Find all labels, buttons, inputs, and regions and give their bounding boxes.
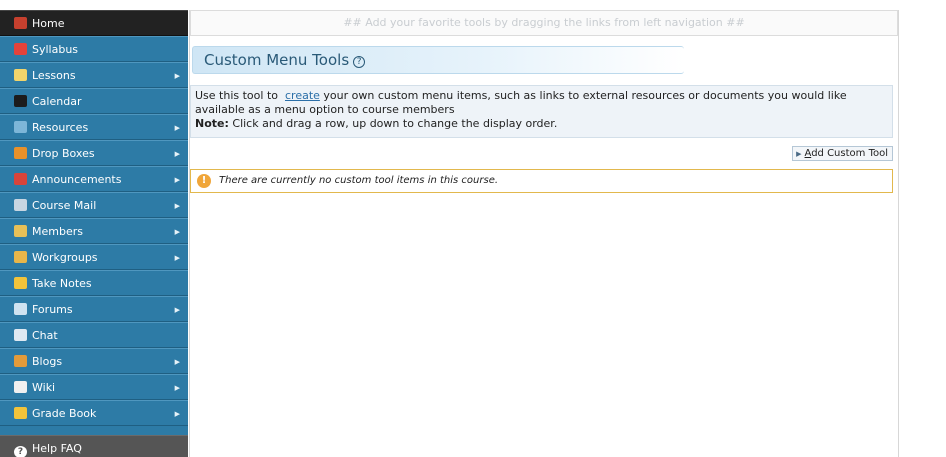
sidebar-item-members[interactable]: Members ▶ — [0, 218, 188, 244]
info-prefix: Use this tool to — [195, 89, 278, 102]
favorites-drop-bar[interactable]: ## Add your favorite tools by dragging t… — [190, 10, 898, 36]
help-icon: ? — [14, 446, 27, 457]
gradebook-icon — [14, 407, 27, 419]
sidebar-item-workgroups[interactable]: Workgroups ▶ — [0, 244, 188, 270]
forums-icon — [14, 303, 27, 315]
notes-icon — [14, 277, 27, 289]
books-icon — [14, 43, 27, 55]
sidebar-item-label: Drop Boxes — [32, 147, 95, 160]
create-link[interactable]: create — [285, 89, 320, 102]
sidebar-item-label: Members — [32, 225, 83, 238]
sidebar-item-course-mail[interactable]: Course Mail ▶ — [0, 192, 188, 218]
sidebar-item-label: Take Notes — [32, 277, 92, 290]
sidebar-item-lessons[interactable]: Lessons ▶ — [0, 62, 188, 88]
sidebar-item-help-faq[interactable]: ? Help FAQ — [0, 435, 188, 457]
wiki-icon — [14, 381, 27, 393]
submenu-arrow-icon: ▶ — [174, 124, 180, 132]
calendar-icon — [14, 95, 27, 107]
sidebar-item-label: Chat — [32, 329, 58, 342]
submenu-arrow-icon: ▶ — [174, 384, 180, 392]
left-navigation: Home Syllabus Lessons ▶ Calendar Resources ▶ Dr… — [0, 10, 188, 457]
submenu-arrow-icon: ▶ — [174, 202, 180, 210]
blogs-icon — [14, 355, 27, 367]
home-icon — [14, 17, 27, 29]
dropbox-icon — [14, 147, 27, 159]
sidebar-item-label: Blogs — [32, 355, 63, 368]
sidebar-item-drop-boxes[interactable]: Drop Boxes ▶ — [0, 140, 188, 166]
info-note: Note: Click and drag a row, up down to c… — [195, 117, 888, 131]
sidebar-item-calendar[interactable]: Calendar — [0, 88, 188, 114]
sidebar-item-label: Workgroups — [32, 251, 98, 264]
submenu-arrow-icon: ▶ — [174, 176, 180, 184]
sidebar-item-label: Course Mail — [32, 199, 97, 212]
lessons-icon — [14, 69, 27, 81]
sidebar-item-syllabus[interactable]: Syllabus — [0, 36, 188, 62]
main-content: ## Add your favorite tools by dragging t… — [189, 10, 899, 457]
submenu-arrow-icon: ▶ — [174, 72, 180, 80]
nav-divider — [0, 426, 188, 435]
note-text: Click and drag a row, up down to change … — [232, 117, 558, 130]
page-title-text: Custom Menu Tools — [204, 51, 350, 69]
sidebar-item-label: Resources — [32, 121, 89, 134]
sidebar-item-label: Announcements — [32, 173, 122, 186]
sidebar-item-wiki[interactable]: Wiki ▶ — [0, 374, 188, 400]
sidebar-item-label: Home — [32, 17, 65, 30]
submenu-arrow-icon: ▶ — [174, 254, 180, 262]
submenu-arrow-icon: ▶ — [174, 358, 180, 366]
submenu-arrow-icon: ▶ — [174, 150, 180, 158]
sidebar-item-home[interactable]: Home — [0, 10, 188, 36]
sidebar-item-forums[interactable]: Forums ▶ — [0, 296, 188, 322]
chat-icon — [14, 329, 27, 341]
page-title: Custom Menu Tools? — [204, 51, 366, 69]
sidebar-item-label: Syllabus — [32, 43, 79, 56]
sidebar-item-label: Help FAQ — [32, 442, 82, 455]
empty-state-text: There are currently no custom tool items… — [219, 175, 499, 186]
sidebar-item-label: Calendar — [32, 95, 82, 108]
workgroups-icon — [14, 251, 27, 263]
members-icon — [14, 225, 27, 237]
sidebar-item-chat[interactable]: Chat — [0, 322, 188, 348]
announcements-icon — [14, 173, 27, 185]
sidebar-item-blogs[interactable]: Blogs ▶ — [0, 348, 188, 374]
warning-icon: ! — [197, 174, 211, 188]
page-title-box: Custom Menu Tools? — [192, 46, 684, 74]
mail-icon — [14, 199, 27, 211]
nav-list: Home Syllabus Lessons ▶ Calendar Resources ▶ Dr… — [0, 10, 188, 426]
empty-state-message: ! There are currently no custom tool ite… — [190, 169, 893, 193]
sidebar-item-label: Wiki — [32, 381, 56, 394]
sidebar-item-grade-book[interactable]: Grade Book ▶ — [0, 400, 188, 426]
caret-right-icon: ▶ — [796, 150, 802, 158]
sidebar-item-announcements[interactable]: Announcements ▶ — [0, 166, 188, 192]
add-custom-tool-button[interactable]: ▶ Add Custom Tool — [792, 146, 893, 161]
add-custom-tool-label: dd Custom Tool — [811, 148, 888, 159]
sidebar-item-label: Lessons — [32, 69, 76, 82]
submenu-arrow-icon: ▶ — [174, 228, 180, 236]
info-description: Use this tool to create your own custom … — [195, 89, 888, 117]
note-label: Note: — [195, 117, 229, 130]
sidebar-item-label: Grade Book — [32, 407, 97, 420]
info-panel: Use this tool to create your own custom … — [190, 85, 893, 138]
sidebar-item-label: Forums — [32, 303, 73, 316]
submenu-arrow-icon: ▶ — [174, 410, 180, 418]
help-icon[interactable]: ? — [353, 56, 366, 68]
resources-icon — [14, 121, 27, 133]
sidebar-item-take-notes[interactable]: Take Notes — [0, 270, 188, 296]
submenu-arrow-icon: ▶ — [174, 306, 180, 314]
sidebar-item-resources[interactable]: Resources ▶ — [0, 114, 188, 140]
